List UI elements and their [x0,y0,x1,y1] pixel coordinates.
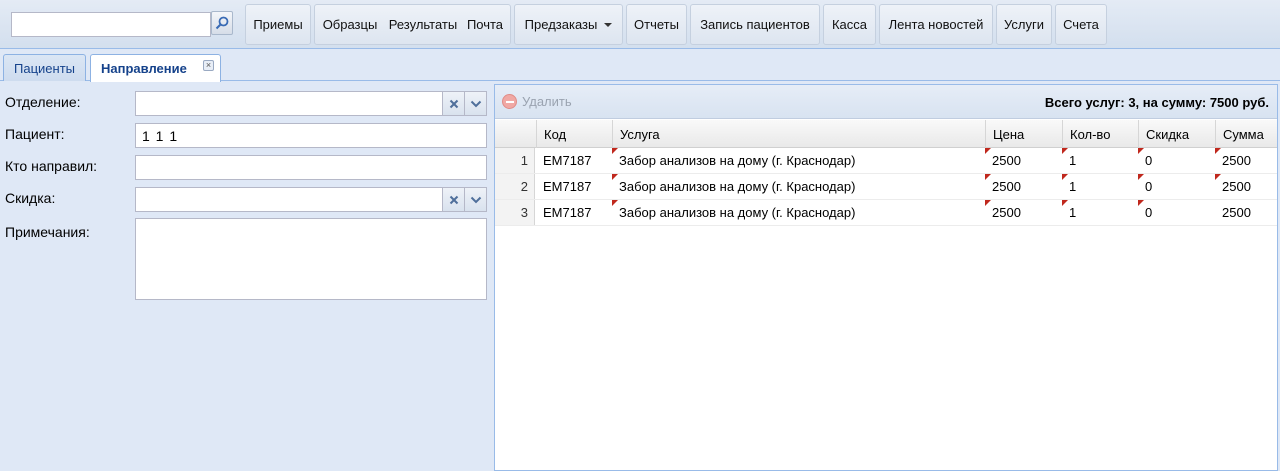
cell-service[interactable]: Забор анализов на дому (г. Краснодар) [612,148,862,173]
cell-discount[interactable]: 0 [1138,200,1159,225]
header-rownum [495,120,536,148]
toolbar-button-patient-booking[interactable]: Запись пациентов [690,4,820,45]
row-number: 2 [495,174,535,199]
table-row[interactable]: 3 EM7187 Забор анализов на дому (г. Крас… [495,200,1277,226]
cell-sum: 2500 [1222,205,1251,220]
clear-icon [449,99,458,108]
services-total: Всего услуг: 3, на сумму: 7500 руб. [1044,95,1269,110]
patient-label: Пациент: [5,126,65,142]
header-sum[interactable]: Сумма [1215,120,1277,148]
cell-code: EM7187 [543,205,592,220]
discount-dropdown-button[interactable] [464,188,486,211]
tab-strip: Пациенты Направление × [0,49,1280,82]
referrer-field[interactable] [135,155,487,180]
department-label: Отделение: [5,94,81,110]
tab-patients-label: Пациенты [14,60,75,76]
discount-combo[interactable] [135,187,487,212]
toolbar-button-news-feed[interactable]: Лента новостей [879,4,993,45]
main-toolbar: Приемы Образцы Результаты Почта Предзака… [0,0,1280,49]
toolbar-button-mail[interactable]: Почта [463,4,507,45]
toolbar-button-cashier[interactable]: Касса [823,4,876,45]
chevron-down-icon [470,100,481,107]
clear-icon [449,195,458,204]
cell-sum[interactable]: 2500 [1215,174,1258,199]
notes-label: Примечания: [5,224,90,240]
cell-service[interactable]: Забор анализов на дому (г. Краснодар) [612,200,862,225]
cell-price[interactable]: 2500 [985,174,1028,199]
cell-discount[interactable]: 0 [1138,174,1159,199]
tab-referral-label: Направление [101,61,187,76]
cell-qty[interactable]: 1 [1062,148,1083,173]
cell-price[interactable]: 2500 [985,200,1028,225]
department-combo[interactable] [135,91,487,116]
chevron-down-icon [604,22,613,27]
delete-button[interactable]: Удалить [502,94,572,109]
services-panel: Удалить Всего услуг: 3, на сумму: 7500 р… [494,84,1278,471]
search-icon [215,16,229,30]
cell-qty[interactable]: 1 [1062,200,1083,225]
header-code[interactable]: Код [536,120,612,148]
search-input[interactable] [11,12,211,37]
cell-discount[interactable]: 0 [1138,148,1159,173]
row-number: 3 [495,200,535,225]
minus-circle-icon [502,94,517,109]
chevron-down-icon [470,196,481,203]
table-row[interactable]: 1 EM7187 Забор анализов на дому (г. Крас… [495,148,1277,174]
cell-service[interactable]: Забор анализов на дому (г. Краснодар) [612,174,862,199]
search-button[interactable] [211,11,233,35]
header-service[interactable]: Услуга [612,120,985,148]
department-clear-button[interactable] [442,92,464,115]
header-price[interactable]: Цена [985,120,1062,148]
department-dropdown-button[interactable] [464,92,486,115]
cell-qty[interactable]: 1 [1062,174,1083,199]
referrer-label: Кто направил: [5,158,98,174]
toolbar-button-invoices[interactable]: Счета [1055,4,1107,45]
toolbar-button-appointments[interactable]: Приемы [245,4,311,45]
cell-code: EM7187 [543,179,592,194]
toolbar-button-preorders[interactable]: Предзаказы [514,4,623,45]
discount-label: Скидка: [5,190,56,206]
tab-patients[interactable]: Пациенты [3,54,86,81]
patient-field[interactable]: 1 1 1 [135,123,487,148]
header-discount[interactable]: Скидка [1138,120,1215,148]
services-toolbar: Удалить Всего услуг: 3, на сумму: 7500 р… [495,85,1277,119]
toolbar-button-services[interactable]: Услуги [996,4,1052,45]
header-qty[interactable]: Кол-во [1062,120,1138,148]
cell-sum[interactable]: 2500 [1215,148,1258,173]
toolbar-button-reports[interactable]: Отчеты [626,4,687,45]
toolbar-button-results[interactable]: Результаты [385,4,461,45]
discount-clear-button[interactable] [442,188,464,211]
cell-price[interactable]: 2500 [985,148,1028,173]
row-number: 1 [495,148,535,173]
cell-code: EM7187 [543,153,592,168]
tab-referral[interactable]: Направление × [90,54,221,82]
referral-form: Отделение: Пациент: 1 1 1 Кто направил: … [0,82,492,471]
delete-label: Удалить [522,94,572,109]
toolbar-button-samples[interactable]: Образцы [318,4,382,45]
table-row[interactable]: 2 EM7187 Забор анализов на дому (г. Крас… [495,174,1277,200]
notes-textarea[interactable] [135,218,487,300]
preorders-label: Предзаказы [524,17,598,32]
grid-header: Код Услуга Цена Кол-во Скидка Сумма [495,120,1277,148]
close-icon[interactable]: × [203,60,214,71]
